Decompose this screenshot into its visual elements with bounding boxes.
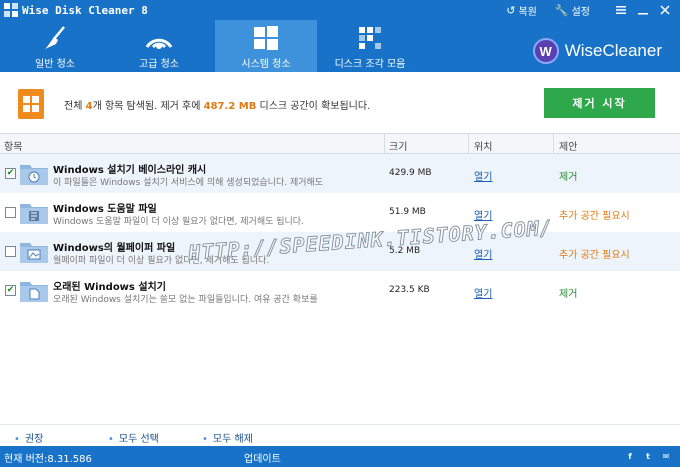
help-file-folder-icon xyxy=(20,204,48,224)
windows-logo-icon xyxy=(253,23,279,53)
wisecleaner-logo-icon: W xyxy=(532,38,559,64)
item-checkbox[interactable] xyxy=(5,246,16,257)
item-suggestion: 추가 공간 필요시 xyxy=(559,250,630,261)
list-item[interactable]: ✔ Windows 설치기 베이스라인 캐시 이 파일들은 Windows 설치… xyxy=(0,154,680,193)
deep-clean-icon xyxy=(145,23,173,53)
item-suggestion: 제거 xyxy=(559,172,578,183)
facebook-icon[interactable]: f xyxy=(624,450,636,462)
summary-text-after: 디스크 공간이 확보됩니다. xyxy=(256,101,371,112)
item-size: 223.5 KB xyxy=(389,285,430,295)
app-title: Wise Disk Cleaner 8 xyxy=(22,3,148,17)
title-bar: Wise Disk Cleaner 8 ↺ 복원 🔧 설정 xyxy=(0,0,680,20)
restore-link[interactable]: ↺ 복원 xyxy=(506,3,537,18)
tab-advanced-clean[interactable]: 고급 청소 xyxy=(108,20,210,72)
settings-link[interactable]: 🔧 설정 xyxy=(555,3,590,18)
tab-label: 고급 청소 xyxy=(139,59,179,70)
tab-label: 디스크 조각 모음 xyxy=(334,59,406,70)
minimize-button[interactable] xyxy=(634,1,652,19)
tab-label: 일반 청소 xyxy=(35,59,75,70)
item-suggestion: 추가 공간 필요시 xyxy=(559,211,630,222)
broom-icon xyxy=(42,23,68,53)
list-header: 항목 크기 위치 제안 xyxy=(0,134,680,154)
feedback-icon[interactable]: ✉ xyxy=(660,450,672,462)
col-item[interactable]: 항목 xyxy=(4,138,22,153)
open-link[interactable]: 열기 xyxy=(474,168,492,183)
list-item[interactable]: ✔ 오래된 Windows 설치기 오래된 Windows 설치기는 쓸모 없는… xyxy=(0,271,680,310)
col-size[interactable]: 크기 xyxy=(389,138,407,153)
list-item[interactable]: Windows 도움말 파일 Windows 도움말 파일이 더 이상 필요가 … xyxy=(0,193,680,232)
installer-folder-icon xyxy=(20,282,48,302)
item-size: 51.9 MB xyxy=(389,207,426,217)
minimize-icon xyxy=(638,13,648,15)
item-checkbox[interactable]: ✔ xyxy=(5,285,16,296)
item-description: 이 파일들은 Windows 설치기 서비스에 의해 생성되었습니다. 제거해도 xyxy=(53,178,324,188)
tab-common-clean[interactable]: 일반 청소 xyxy=(4,20,106,72)
open-link[interactable]: 열기 xyxy=(474,285,492,300)
app-logo-icon xyxy=(4,3,18,17)
defrag-icon xyxy=(357,23,383,53)
twitter-icon[interactable]: t xyxy=(642,450,654,462)
summary-text: 전체 4개 항목 탐색됨. 제거 후에 487.2 MB 디스크 공간이 확보됩… xyxy=(64,97,370,112)
summary-text-middle: 개 항목 탐색됨. 제거 후에 xyxy=(92,101,204,112)
item-size: 429.9 MB xyxy=(389,168,432,178)
select-all-link[interactable]: 모두 선택 xyxy=(108,430,159,445)
item-title: Windows 설치기 베이스라인 캐시 xyxy=(53,165,207,176)
col-location[interactable]: 위치 xyxy=(474,138,492,153)
menu-button[interactable] xyxy=(612,1,630,19)
version-text: 현재 버전:8.31.586 xyxy=(4,454,92,465)
close-button[interactable] xyxy=(656,1,674,19)
main-nav: 일반 청소 고급 청소 시스템 청소 디스크 조각 모음 W WiseClean… xyxy=(0,20,680,72)
deselect-all-link[interactable]: 모두 해제 xyxy=(202,430,253,445)
tab-label: 시스템 청소 xyxy=(241,59,291,70)
settings-label: 설정 xyxy=(571,6,590,18)
brand[interactable]: W WiseCleaner xyxy=(532,38,662,64)
open-link[interactable]: 열기 xyxy=(474,246,492,261)
item-description: 오래된 Windows 설치기는 쓸모 없는 파일들입니다. 여유 공간 확보를 xyxy=(53,295,318,305)
windows-summary-icon xyxy=(18,89,44,119)
recommend-link[interactable]: 권장 xyxy=(14,430,43,445)
restore-icon: ↺ xyxy=(506,3,516,17)
summary-text-before: 전체 xyxy=(64,101,86,112)
update-link[interactable]: 업데이트 xyxy=(244,450,281,465)
item-title: Windows의 월페이퍼 파일 xyxy=(53,243,176,254)
item-checkbox[interactable]: ✔ xyxy=(5,168,16,179)
clock-folder-icon xyxy=(20,165,48,185)
found-count: 4 xyxy=(85,101,93,112)
brand-name: WiseCleaner xyxy=(564,41,662,60)
wrench-icon: 🔧 xyxy=(554,3,569,17)
menu-icon xyxy=(616,6,626,14)
freed-size: 487.2 MB xyxy=(203,101,257,112)
item-title: 오래된 Windows 설치기 xyxy=(53,282,166,293)
item-description: Windows 도움말 파일이 더 이상 필요가 없다면, 제거해도 됩니다. xyxy=(53,217,304,227)
start-clean-button[interactable]: 제거 시작 xyxy=(544,88,655,118)
close-icon xyxy=(660,5,670,15)
selection-bar: 권장 모두 선택 모두 해제 xyxy=(0,424,680,446)
status-bar: 현재 버전:8.31.586 업데이트 f t ✉ xyxy=(0,446,680,467)
tab-system-clean[interactable]: 시스템 청소 xyxy=(215,20,317,72)
wallpaper-folder-icon xyxy=(20,243,48,263)
item-checkbox[interactable] xyxy=(5,207,16,218)
summary-panel: 전체 4개 항목 탐색됨. 제거 후에 487.2 MB 디스크 공간이 확보됩… xyxy=(0,72,680,134)
restore-label: 복원 xyxy=(518,6,537,18)
item-title: Windows 도움말 파일 xyxy=(53,204,157,215)
col-suggestion[interactable]: 제안 xyxy=(559,138,577,153)
tab-disk-defrag[interactable]: 디스크 조각 모음 xyxy=(318,20,422,72)
item-suggestion: 제거 xyxy=(559,289,578,300)
